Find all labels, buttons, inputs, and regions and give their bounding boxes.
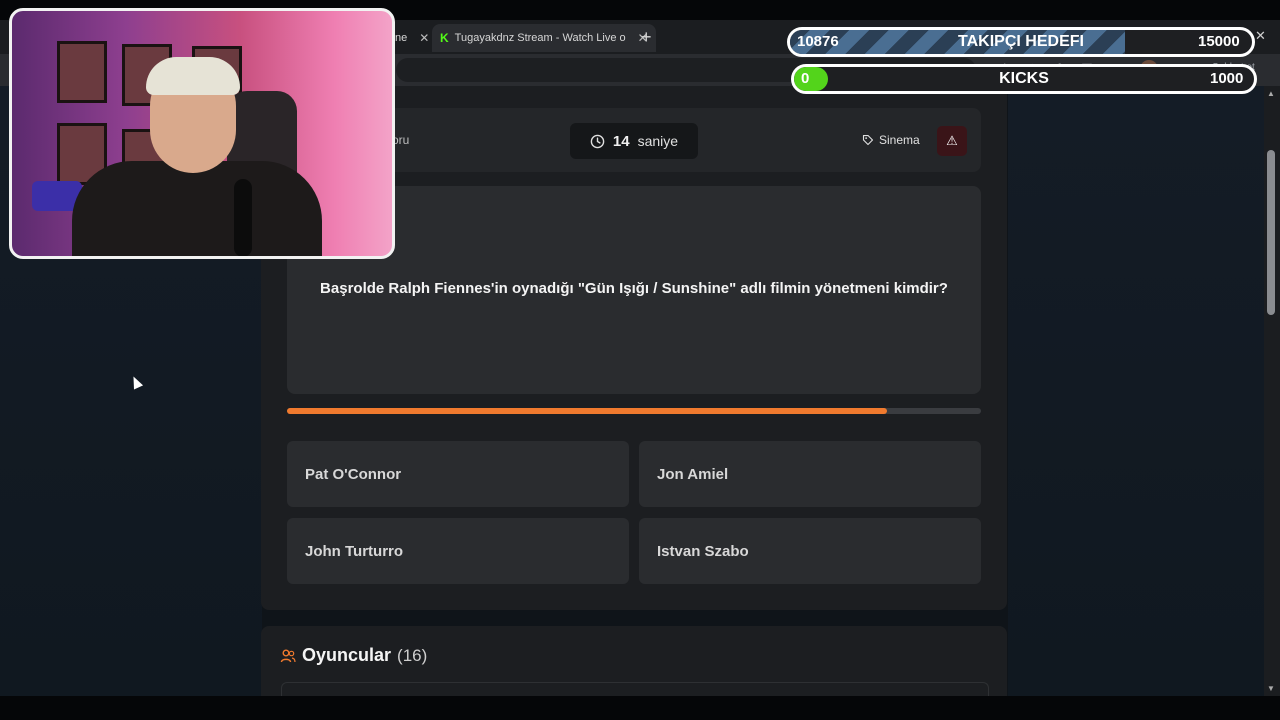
microphone [234,179,252,256]
kicks-target: 1000 [1210,70,1244,87]
wall-frame [57,41,107,103]
timer: 14 saniye [570,123,698,159]
players-list [281,682,989,697]
close-icon[interactable]: ✕ [419,31,429,45]
tab-active[interactable]: K Tugayakdnz Stream - Watch Live o ✕ [432,24,656,52]
follower-goal-title: TAKIPÇI HEDEFI [958,33,1084,50]
scrollbar-thumb[interactable] [1267,150,1275,315]
kick-logo-icon: K [440,31,449,45]
streamer-hair [146,57,240,95]
tag-icon [862,134,874,146]
players-title: Oyuncular [302,645,392,665]
question-text: Başrolde Ralph Fiennes'in oynadığı "Gün … [320,280,948,297]
right-area [1008,86,1264,696]
scroll-up-icon[interactable]: ▲ [1267,89,1275,98]
webcam-overlay [9,8,395,259]
streamer-body [72,161,322,256]
answer-option-2[interactable]: Jon Amiel [639,441,981,507]
users-icon [280,649,296,662]
report-button[interactable]: ⚠ [937,126,967,156]
timer-value: 14 [612,132,630,150]
answer-option-1[interactable]: Pat O'Connor [287,441,629,507]
warning-icon: ⚠ [946,133,958,148]
timer-unit: saniye [637,133,679,149]
players-header: Oyuncular (16) [280,645,427,666]
tab-active-title: Tugayakdnz Stream - Watch Live o [454,32,626,44]
players-count: (16) [397,645,428,665]
kicks-title: KICKS [999,70,1049,87]
answer-option-4[interactable]: Istvan Szabo [639,518,981,584]
category-label: Sinema [879,133,920,147]
time-progress-bar [287,408,981,414]
answer-option-3[interactable]: John Turturro [287,518,629,584]
tab-partial[interactable]: ne ✕ [395,24,429,52]
time-progress-fill [287,408,888,414]
follower-target: 15000 [1198,33,1240,50]
category-badge: Sinema [862,133,920,147]
clock-icon [590,134,605,148]
new-tab-button[interactable]: + [641,27,652,48]
scroll-down-icon[interactable]: ▼ [1267,684,1275,693]
window-close-icon[interactable]: ✕ [1255,28,1266,44]
tab-partial-title: ne [395,32,408,44]
bottom-black-bar [0,696,1280,720]
